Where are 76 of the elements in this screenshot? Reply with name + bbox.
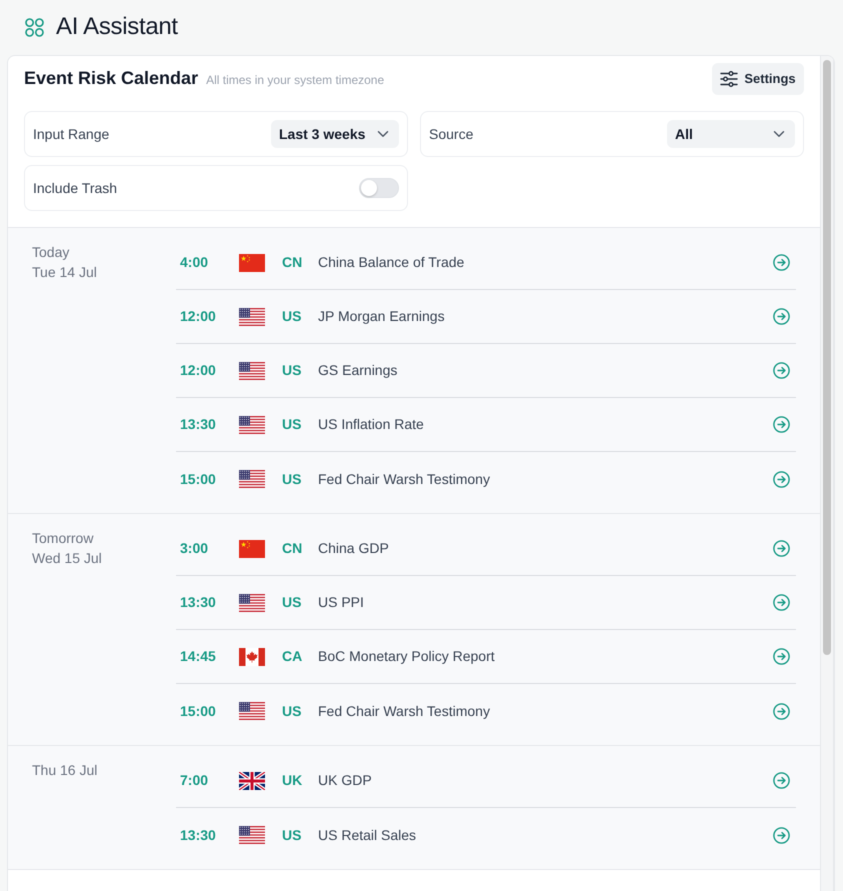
day-label: Today bbox=[32, 243, 70, 262]
caret-icon bbox=[773, 130, 785, 138]
country-code: US bbox=[282, 593, 302, 612]
country-code: US bbox=[282, 307, 302, 326]
event-name: Fed Chair Warsh Testimony bbox=[318, 702, 491, 721]
timezone-note: All times in your system timezone bbox=[206, 72, 384, 90]
us-flag-icon bbox=[239, 826, 265, 844]
date-label: Thu 16 Jul bbox=[32, 761, 98, 780]
country-code: US bbox=[282, 702, 302, 720]
arrow-circle-icon[interactable] bbox=[773, 772, 790, 789]
us-flag-icon bbox=[239, 416, 265, 434]
event-time: 13:30 bbox=[180, 826, 217, 844]
caret-icon bbox=[377, 130, 389, 138]
event-name: GS Earnings bbox=[318, 361, 398, 380]
sliders-icon bbox=[720, 71, 738, 87]
us-flag-icon bbox=[239, 594, 265, 612]
scrollbar-thumb[interactable] bbox=[823, 60, 831, 655]
event-name: US Retail Sales bbox=[318, 826, 418, 844]
event-name: Fed Chair Warsh Testimony bbox=[318, 470, 491, 489]
event-time: 13:30 bbox=[180, 593, 217, 612]
event-name: JP Morgan Earnings bbox=[318, 307, 446, 326]
arrow-circle-icon[interactable] bbox=[773, 702, 790, 720]
uk-flag-icon bbox=[239, 772, 265, 790]
event-time: 15:00 bbox=[180, 702, 217, 720]
arrow-circle-icon[interactable] bbox=[773, 540, 790, 557]
event-time: 12:00 bbox=[180, 307, 217, 326]
arrow-circle-icon[interactable] bbox=[773, 594, 790, 611]
day-label: Tomorrow bbox=[32, 529, 94, 548]
event-name: US Inflation Rate bbox=[318, 415, 425, 434]
filter-label: Source bbox=[429, 124, 474, 144]
arrow-circle-icon[interactable] bbox=[773, 826, 790, 844]
country-code: CN bbox=[282, 253, 304, 272]
us-flag-icon bbox=[239, 362, 265, 380]
canada-flag-icon bbox=[239, 648, 265, 666]
country-code: US bbox=[282, 470, 302, 488]
country-code: UK bbox=[282, 771, 304, 790]
event-time: 7:00 bbox=[180, 771, 210, 790]
filter-label: Include Trash bbox=[33, 178, 118, 198]
country-code: US bbox=[282, 415, 302, 434]
country-code: US bbox=[282, 361, 302, 380]
arrow-circle-icon[interactable] bbox=[773, 416, 790, 433]
us-flag-icon bbox=[239, 702, 265, 720]
circles-grid-icon bbox=[25, 18, 44, 37]
us-flag-icon bbox=[239, 308, 265, 326]
china-flag-icon bbox=[239, 254, 265, 272]
country-code: CN bbox=[282, 539, 304, 558]
us-flag-icon bbox=[239, 470, 265, 488]
range-dropdown[interactable]: Last 3 weeks bbox=[271, 120, 399, 148]
arrow-circle-icon[interactable] bbox=[773, 254, 790, 271]
date-label: Tue 14 Jul bbox=[32, 263, 98, 282]
app-title: AI Assistant bbox=[56, 13, 178, 42]
arrow-circle-icon[interactable] bbox=[773, 648, 790, 665]
event-time: 4:00 bbox=[180, 253, 210, 272]
country-code: CA bbox=[282, 647, 304, 666]
date-label: Wed 15 Jul bbox=[32, 549, 103, 568]
arrow-circle-icon[interactable] bbox=[773, 362, 790, 379]
country-code: US bbox=[282, 826, 302, 844]
calendar-title: Event Risk Calendar bbox=[24, 68, 198, 90]
event-name: China Balance of Trade bbox=[318, 253, 466, 272]
arrow-circle-icon[interactable] bbox=[773, 470, 790, 488]
event-time: 15:00 bbox=[180, 470, 217, 488]
scrollbar[interactable] bbox=[820, 56, 834, 891]
event-time: 14:45 bbox=[180, 647, 217, 666]
filter-label: Input Range bbox=[33, 124, 110, 144]
arrow-circle-icon[interactable] bbox=[773, 308, 790, 325]
event-name: UK GDP bbox=[318, 771, 373, 790]
event-name: BoC Monetary Policy Report bbox=[318, 647, 496, 666]
event-name: US PPI bbox=[318, 593, 365, 612]
toggle-switch[interactable] bbox=[359, 178, 399, 198]
source-dropdown[interactable]: All bbox=[667, 120, 795, 148]
event-time: 13:30 bbox=[180, 415, 217, 434]
china-flag-icon bbox=[239, 540, 265, 558]
event-time: 3:00 bbox=[180, 539, 210, 558]
event-name: China GDP bbox=[318, 539, 390, 558]
settings-button[interactable]: Settings bbox=[712, 63, 804, 95]
event-time: 12:00 bbox=[180, 361, 217, 380]
